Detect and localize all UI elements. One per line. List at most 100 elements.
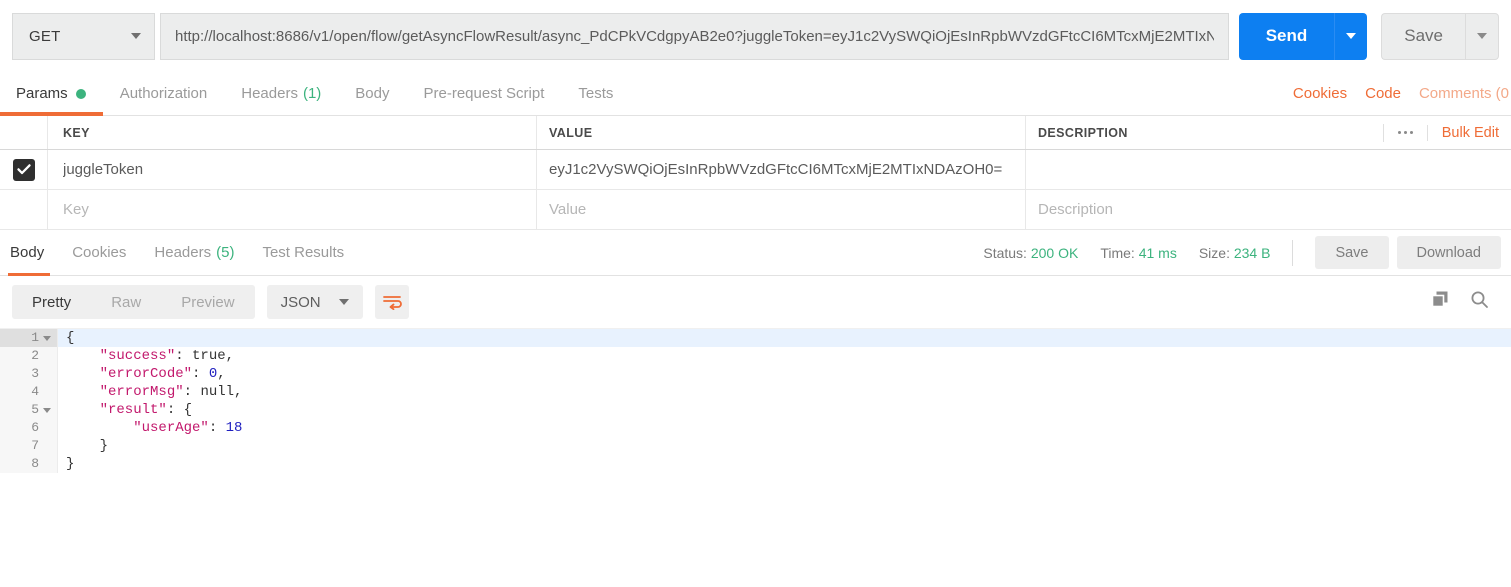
tab-pre-request-script[interactable]: Pre-request Script (407, 72, 562, 115)
send-options-button[interactable] (1334, 12, 1368, 60)
param-enabled-cell (0, 150, 48, 189)
response-tab-test-results-label: Test Results (262, 244, 345, 261)
search-button[interactable] (1470, 290, 1489, 314)
size-value: 234 B (1233, 244, 1271, 261)
status-label: Status: (983, 244, 1027, 261)
save-request-button[interactable]: Save (1381, 12, 1465, 60)
code-line-text: { (58, 329, 74, 347)
dot (1403, 131, 1407, 134)
param-key-cell[interactable]: juggleToken (48, 150, 537, 189)
time-label: Time: (1100, 244, 1135, 261)
code-token: : (183, 384, 201, 400)
table-row: juggleToken eyJ1c2VySWQiOjEsInRpbWVzdGFt… (0, 150, 1511, 190)
code-token: "result" (66, 402, 167, 418)
tab-params[interactable]: Params (0, 72, 103, 116)
chevron-down-icon (1477, 33, 1487, 39)
code-line: 1{ (0, 329, 1511, 347)
chevron-down-icon (1346, 33, 1357, 39)
code-fold-spacer (43, 426, 51, 431)
code-token: } (66, 438, 109, 454)
tab-tests[interactable]: Tests (561, 72, 630, 115)
code-token: true, (192, 348, 235, 364)
param-value-text: eyJ1c2VySWQiOjEsInRpbWVzdGFtcCI6MTcxMjE2… (549, 161, 1003, 178)
code-line-gutter: 6 (0, 419, 58, 437)
param-enabled-cell-empty (0, 190, 48, 229)
param-description-placeholder: Description (1038, 201, 1114, 218)
code-line-text: } (58, 455, 74, 473)
dot (1397, 131, 1401, 134)
view-mode-pretty[interactable]: Pretty (12, 285, 91, 319)
params-header-check-cell (0, 116, 48, 149)
params-header-description: DESCRIPTION Bulk Edit (1026, 116, 1511, 149)
code-line-number: 8 (31, 456, 39, 471)
code-token: , (217, 366, 226, 382)
code-link[interactable]: Code (1365, 85, 1401, 102)
size-label: Size: (1198, 244, 1230, 261)
cookies-link[interactable]: Cookies (1293, 85, 1347, 102)
code-line-number: 3 (31, 366, 39, 381)
url-input[interactable]: http://localhost:8686/v1/open/flow/getAs… (160, 12, 1229, 60)
comments-link[interactable]: Comments (0 (1419, 85, 1511, 102)
code-line-text: "errorMsg": null, (58, 383, 243, 401)
postman-window: GET http://localhost:8686/v1/open/flow/g… (0, 0, 1511, 587)
response-tabs-bar: Body Cookies Headers (5) Test Results St… (0, 230, 1511, 276)
code-line: 5 "result": { (0, 401, 1511, 419)
param-value-placeholder: Value (549, 201, 587, 218)
column-key-label: KEY (63, 125, 90, 140)
code-fold-spacer (43, 372, 51, 377)
tab-body[interactable]: Body (338, 72, 406, 115)
check-icon (16, 164, 31, 175)
view-mode-raw[interactable]: Raw (91, 285, 161, 319)
param-enabled-checkbox[interactable] (12, 158, 35, 181)
response-meta: Status: 200 OK Time: 41 ms Size: 234 B S… (983, 230, 1511, 275)
time-value: 41 ms (1138, 244, 1177, 261)
code-fold-spacer (43, 444, 51, 449)
tab-headers[interactable]: Headers (1) (224, 72, 338, 115)
request-tabs-list: Params Authorization Headers (1) Body Pr… (0, 72, 630, 116)
code-fold-spacer (43, 354, 51, 359)
code-line-number: 6 (31, 420, 39, 435)
response-tab-cookies[interactable]: Cookies (58, 230, 140, 275)
code-token: 18 (225, 420, 243, 436)
word-wrap-button[interactable] (374, 285, 409, 319)
request-url-bar: GET http://localhost:8686/v1/open/flow/g… (0, 0, 1511, 72)
save-options-button[interactable] (1465, 12, 1499, 60)
response-tabs-list: Body Cookies Headers (5) Test Results (0, 230, 358, 276)
tab-authorization[interactable]: Authorization (103, 72, 225, 115)
code-line-text: "success": true, (58, 347, 234, 365)
response-tab-body[interactable]: Body (0, 230, 58, 276)
response-format-bar: Pretty Raw Preview JSON (0, 276, 1511, 328)
code-line-number: 5 (31, 402, 39, 417)
divider (1292, 239, 1294, 266)
code-line-gutter: 8 (0, 455, 58, 473)
param-value-input[interactable]: Value (537, 190, 1026, 229)
param-description-cell[interactable] (1026, 150, 1511, 189)
download-response-button[interactable]: Download (1396, 236, 1501, 269)
code-line-gutter: 7 (0, 437, 58, 455)
language-select[interactable]: JSON (266, 285, 363, 319)
code-fold-toggle-icon[interactable] (43, 335, 51, 341)
view-mode-preview[interactable]: Preview (161, 285, 254, 319)
param-description-input[interactable]: Description (1026, 190, 1511, 229)
copy-button[interactable] (1431, 290, 1450, 314)
bulk-edit-link[interactable]: Bulk Edit (1426, 124, 1499, 141)
params-header-key: KEY (48, 116, 537, 149)
response-body-viewer[interactable]: 1{2 "success": true, 3 "errorCode": 0, 4 "… (0, 328, 1511, 566)
word-wrap-icon (382, 296, 402, 310)
response-tab-test-results[interactable]: Test Results (248, 230, 358, 275)
code-line-gutter: 2 (0, 347, 58, 365)
param-key-input[interactable]: Key (48, 190, 537, 229)
save-response-button[interactable]: Save (1315, 236, 1389, 269)
code-line-gutter: 4 (0, 383, 58, 401)
more-options-icon[interactable] (1382, 123, 1427, 142)
code-fold-toggle-icon[interactable] (43, 407, 51, 413)
response-tab-headers-label: Headers (154, 244, 212, 261)
tab-tests-label: Tests (578, 85, 614, 102)
send-button[interactable]: Send (1238, 12, 1335, 60)
code-line-text: } (58, 437, 108, 455)
response-tab-headers[interactable]: Headers (5) (140, 230, 248, 275)
http-method-select[interactable]: GET (12, 12, 155, 60)
code-token: "userAge" (66, 420, 209, 436)
language-select-label: JSON (280, 293, 321, 311)
param-value-cell[interactable]: eyJ1c2VySWQiOjEsInRpbWVzdGFtcCI6MTcxMjE2… (537, 150, 1026, 189)
